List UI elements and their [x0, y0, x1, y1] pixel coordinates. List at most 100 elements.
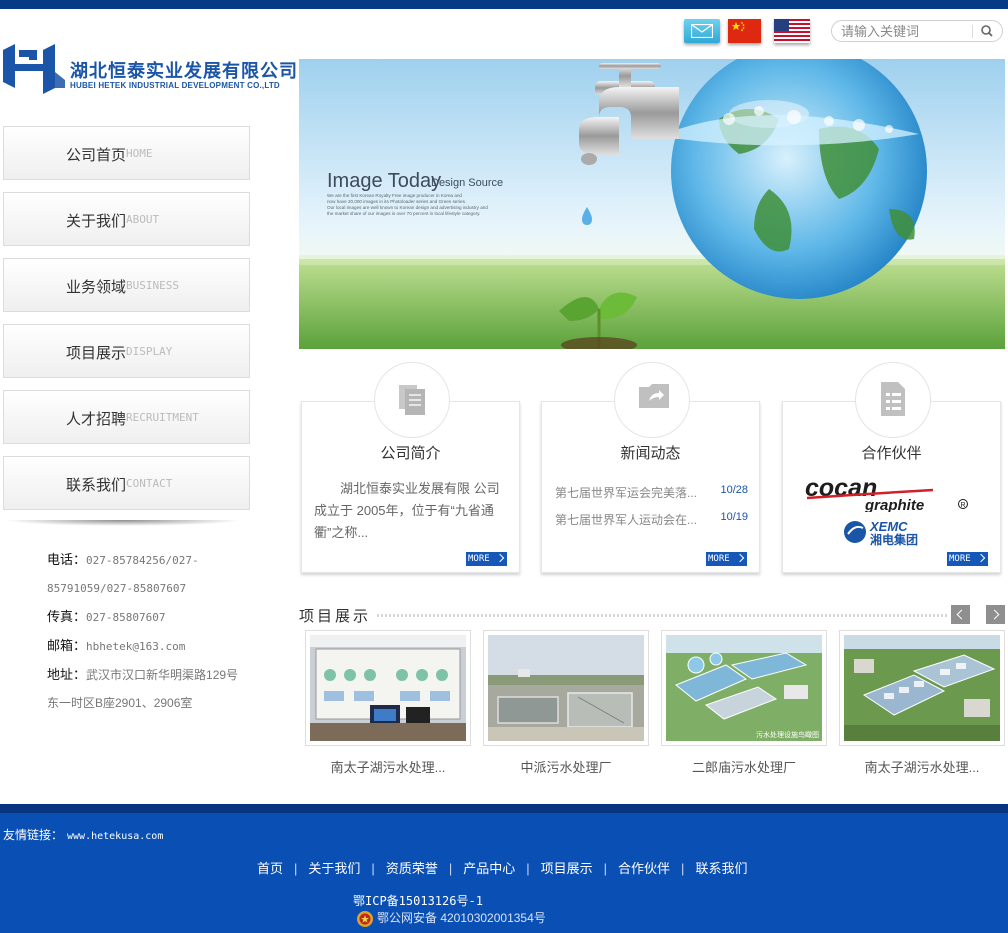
news-more-button[interactable]: MORE [706, 552, 747, 566]
friend-link[interactable]: www.hetekusa.com [67, 831, 163, 842]
english-flag-button[interactable] [774, 19, 810, 43]
partners-more-button[interactable]: MORE [947, 552, 988, 566]
email-label: 邮箱： [47, 638, 87, 653]
search-box [831, 20, 1003, 42]
fax-value: 027-85807607 [86, 611, 166, 624]
banner-line: the market share of our images is over 7… [327, 211, 480, 216]
intro-more-button[interactable]: MORE [466, 552, 507, 566]
banner-image: Image Today Design Source We are the fir… [299, 59, 1005, 349]
footer-separator: | [371, 861, 375, 876]
chinese-flag-button[interactable] [728, 19, 761, 43]
footer: 友情链接： www.hetekusa.com 首页 | 关于我们 | 资质荣誉 | 产品中心 |… [0, 804, 1008, 933]
nav-item-recruitment[interactable]: 人才招聘 RECRUITMENT [3, 390, 250, 444]
projects-title: 项目展示 [299, 605, 378, 626]
news-item-text: 第七届世界军人运动会在... [555, 513, 698, 527]
address-value-2: 东一时区B座2901、2906室 [47, 696, 193, 710]
xemc-logo[interactable]: XEMC 湘电集团 [843, 518, 943, 546]
news-item[interactable]: 第七届世界军运会完美落... 10/28 [555, 484, 750, 501]
phone-label: 电话： [47, 552, 87, 567]
email-value[interactable]: hbhetek@163.com [86, 640, 185, 653]
contact-fax: 传真：027-85807607 [47, 603, 247, 632]
search-button[interactable] [978, 23, 998, 40]
document-list-icon [881, 382, 905, 416]
contact-phone: 电话：027-85784256/027- [47, 546, 247, 575]
footer-link-projects[interactable]: 项目展示 [533, 861, 601, 876]
aerial-image-label: 污水处理设施鸟瞰图 [756, 730, 819, 739]
folder-share-icon [639, 384, 669, 408]
cocan-graphite-logo[interactable]: cocan graphite R [805, 476, 979, 512]
banner-subtitle: Design Source [431, 177, 503, 189]
hetek-logo-mark-icon [3, 44, 65, 94]
us-flag-icon [774, 19, 789, 31]
intro-icon-circle [374, 362, 450, 438]
friend-links-label: 友情链接： [3, 828, 64, 842]
nav-label: 业务领域 [66, 279, 127, 296]
footer-link-partners[interactable]: 合作伙伴 [610, 861, 678, 876]
contact-info: 电话：027-85784256/027- 85791059/027-858076… [47, 546, 247, 717]
footer-link-contact[interactable]: 联系我们 [687, 861, 755, 876]
nav-item-about[interactable]: 关于我们 ABOUT [3, 192, 250, 246]
top-bar [0, 0, 1008, 9]
project-caption[interactable]: 南太子湖污水处理... [305, 757, 471, 776]
news-item[interactable]: 第七届世界军人运动会在... 10/19 [555, 511, 750, 528]
project-caption[interactable]: 南太子湖污水处理... [839, 757, 1005, 776]
address-value-1: 武汉市汉口新华明渠路129号 [86, 668, 239, 682]
banner-title: Image Today [327, 170, 441, 192]
footer-link-honors[interactable]: 资质荣誉 [378, 861, 446, 876]
project-image-aerial-render: 污水处理设施鸟瞰图 [666, 635, 822, 741]
search-input[interactable] [841, 23, 967, 39]
nav-item-business[interactable]: 业务领域 BUSINESS [3, 258, 250, 312]
icp-license[interactable]: 鄂ICP备15013126号-1 [353, 892, 483, 909]
xemc-logo-text: XEMC [869, 519, 908, 534]
project-caption[interactable]: 二郎庙污水处理厂 [661, 757, 827, 776]
fax-label: 传真： [47, 609, 87, 624]
hero-banner: Image Today Design Source We are the fir… [299, 59, 1005, 349]
projects-prev-button[interactable] [951, 605, 970, 624]
nav-item-contact[interactable]: 联系我们 CONTACT [3, 456, 250, 510]
documents-icon [399, 385, 425, 415]
graphite-logo-text: graphite [864, 497, 924, 512]
project-card[interactable] [305, 630, 471, 746]
banner-line: now have 20,000 images in its Photoloade… [327, 199, 466, 204]
intro-title: 公司简介 [380, 445, 441, 462]
projects-next-button[interactable] [986, 605, 1005, 624]
projects-header: 项目展示 [299, 605, 1005, 626]
nav-divider-shadow [3, 520, 243, 526]
phone-value-1: 027-85784256/027- [86, 554, 199, 567]
partners-box: 合作伙伴 cocan graphite R XEMC 湘电集团 MORE [782, 362, 1001, 573]
project-card[interactable] [483, 630, 649, 746]
nav-label-en: ABOUT [126, 213, 160, 226]
nav-item-home[interactable]: 公司首页 HOME [3, 126, 250, 180]
china-flag-icon [731, 22, 745, 32]
address-label: 地址： [47, 667, 87, 682]
project-card[interactable] [839, 630, 1005, 746]
xemc-logo-cn: 湘电集团 [870, 532, 918, 546]
police-record-text: 鄂公网安备 42010302001354号 [377, 911, 546, 925]
nav-label-en: RECRUITMENT [126, 411, 199, 424]
logo-english-name: HUBEI HETEK INDUSTRIAL DEVELOPMENT CO.,L… [70, 81, 280, 90]
footer-link-home[interactable]: 首页 [249, 861, 291, 876]
nav-item-display[interactable]: 项目展示 DISPLAY [3, 324, 250, 378]
search-icon [981, 25, 993, 37]
nav-label: 项目展示 [66, 345, 127, 362]
footer-link-products[interactable]: 产品中心 [455, 861, 523, 876]
company-intro-box: 公司简介 湖北恒泰实业发展有限 公司成立于 2005年，位于有“九省通衢”之称.… [301, 362, 520, 573]
project-card[interactable]: 污水处理设施鸟瞰图 [661, 630, 827, 746]
logo-chinese-name: 湖北恒泰实业发展有限公司 [70, 61, 298, 81]
nav-label: 人才招聘 [66, 411, 127, 428]
partners-title: 合作伙伴 [861, 445, 922, 462]
news-title: 新闻动态 [620, 445, 681, 462]
contact-email: 邮箱：hbhetek@163.com [47, 632, 247, 661]
footer-separator: | [448, 861, 453, 876]
footer-separator: | [603, 861, 608, 876]
police-record[interactable]: 鄂公网安备 42010302001354号 [356, 909, 546, 928]
footer-link-about[interactable]: 关于我们 [300, 861, 368, 876]
friend-links: 友情链接： www.hetekusa.com [3, 826, 163, 843]
nav-label: 关于我们 [66, 213, 127, 230]
email-button[interactable] [684, 19, 720, 43]
company-logo[interactable]: 湖北恒泰实业发展有限公司 HUBEI HETEK INDUSTRIAL DEVE… [3, 44, 298, 94]
news-item-text: 第七届世界军运会完美落... [555, 486, 698, 500]
project-caption[interactable]: 中派污水处理厂 [483, 757, 649, 776]
footer-nav: 首页 | 关于我们 | 资质荣誉 | 产品中心 | 项目展示 | 合作伙伴 | 联系我们 [249, 858, 755, 877]
mail-icon [691, 24, 713, 38]
